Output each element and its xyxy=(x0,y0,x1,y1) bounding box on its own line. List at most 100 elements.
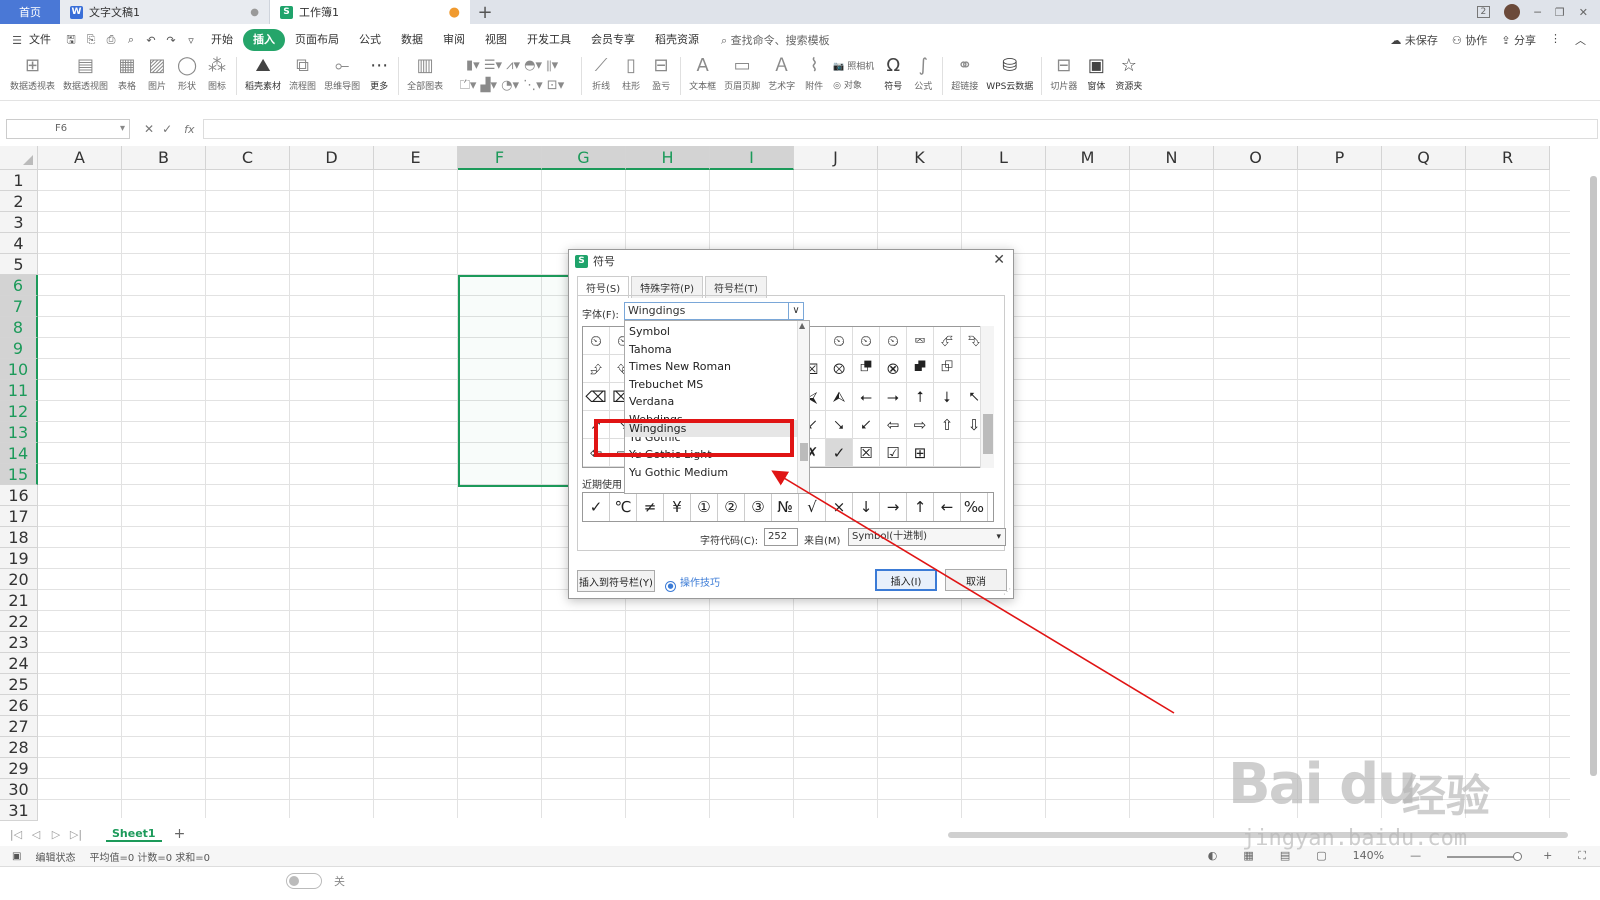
resize-grip-icon[interactable]: ⋰ xyxy=(1003,587,1011,596)
menu-page-layout[interactable]: 页面布局 xyxy=(285,29,349,51)
docer-material-button[interactable]: ⛰ 稻壳素材 xyxy=(241,55,285,92)
row-header-30[interactable]: 30 xyxy=(0,779,38,800)
row-header-9[interactable]: 9 xyxy=(0,338,38,359)
column-header-e[interactable]: E xyxy=(374,146,458,170)
more-button[interactable]: ⋯ 更多 xyxy=(364,55,394,92)
icon-button[interactable]: ⁂ 图标 xyxy=(202,55,232,92)
undo-icon[interactable]: ↶ xyxy=(144,34,158,47)
preview-icon[interactable]: ⌕ xyxy=(124,33,138,47)
restore-icon[interactable]: ❐ xyxy=(1555,6,1565,19)
row-header-11[interactable]: 11 xyxy=(0,380,38,401)
recent-symbol-cell[interactable]: ✓ xyxy=(583,493,610,521)
function-icon[interactable]: fx xyxy=(184,123,194,136)
symbol-cell[interactable]: ⮻ xyxy=(853,355,880,383)
symbol-cell[interactable]: ⮵ xyxy=(583,355,610,383)
symbol-cell[interactable]: ⌫ xyxy=(583,383,610,411)
symbol-cell[interactable]: ⇨ xyxy=(907,411,934,439)
vertical-scroll-thumb[interactable] xyxy=(1590,176,1597,776)
vertical-scrollbar[interactable] xyxy=(1570,146,1600,818)
column-header-r[interactable]: R xyxy=(1466,146,1550,170)
scroll-up-icon[interactable]: ▲ xyxy=(799,321,805,330)
recent-symbol-cell[interactable]: № xyxy=(772,493,799,521)
sparkline-column-button[interactable]: ▯ 柱形 xyxy=(616,55,646,92)
pivot-table-button[interactable]: ⊞ 数据透视表 xyxy=(6,55,59,92)
row-header-17[interactable]: 17 xyxy=(0,506,38,527)
menu-developer[interactable]: 开发工具 xyxy=(517,29,581,51)
row-header-23[interactable]: 23 xyxy=(0,632,38,653)
column-header-n[interactable]: N xyxy=(1130,146,1214,170)
symbol-cell[interactable]: ⮼ xyxy=(907,355,934,383)
column-header-p[interactable]: P xyxy=(1298,146,1382,170)
row-header-6[interactable]: 6 xyxy=(0,275,38,296)
row-header-7[interactable]: 7 xyxy=(0,296,38,317)
command-search[interactable]: ⌕ 查找命令、搜索模板 xyxy=(721,32,830,48)
char-code-input[interactable]: 252 xyxy=(764,528,798,546)
minimize-icon[interactable]: ─ xyxy=(1534,6,1541,19)
slicer-button[interactable]: ⊟ 切片器 xyxy=(1046,55,1081,92)
symbol-cell[interactable]: ⭢ xyxy=(880,383,907,411)
formula-input[interactable] xyxy=(202,119,1598,139)
menu-formulas[interactable]: 公式 xyxy=(349,29,391,51)
save-icon[interactable]: 🖫 xyxy=(64,31,78,50)
row-header-16[interactable]: 16 xyxy=(0,485,38,506)
tab-home[interactable]: 首页 xyxy=(0,0,60,24)
column-header-a[interactable]: A xyxy=(38,146,122,170)
name-box[interactable]: F6 xyxy=(6,119,130,139)
row-header-18[interactable]: 18 xyxy=(0,527,38,548)
row-header-1[interactable]: 1 xyxy=(0,170,38,191)
symbol-cell[interactable]: ⇦ xyxy=(880,411,907,439)
add-sheet-button[interactable]: + xyxy=(174,826,186,842)
menu-insert[interactable]: 插入 xyxy=(243,29,285,51)
symbol-cell[interactable]: ☒ xyxy=(853,439,880,467)
row-header-27[interactable]: 27 xyxy=(0,716,38,737)
row-header-29[interactable]: 29 xyxy=(0,758,38,779)
hyperlink-button[interactable]: ⚭ 超链接 xyxy=(947,55,982,92)
symbol-cell[interactable]: ⇧ xyxy=(934,411,961,439)
row-header-19[interactable]: 19 xyxy=(0,548,38,569)
tab-document[interactable]: W 文字文稿1 ● xyxy=(60,0,270,24)
equation-button[interactable]: ∫ 公式 xyxy=(908,55,938,92)
row-header-28[interactable]: 28 xyxy=(0,737,38,758)
row-header-26[interactable]: 26 xyxy=(0,695,38,716)
hamburger-icon[interactable]: ☰ xyxy=(10,34,24,47)
column-header-o[interactable]: O xyxy=(1214,146,1298,170)
close-icon[interactable]: ✕ xyxy=(1579,6,1588,19)
menu-home[interactable]: 开始 xyxy=(201,29,243,51)
menu-data[interactable]: 数据 xyxy=(391,29,433,51)
cancel-formula-icon[interactable]: ✕ xyxy=(144,122,154,136)
textbox-button[interactable]: A 文本框 xyxy=(685,55,720,92)
column-header-f[interactable]: F xyxy=(458,146,542,170)
symbol-cell[interactable]: ⭩ xyxy=(853,411,880,439)
symbol-button[interactable]: Ω 符号 xyxy=(878,55,908,92)
resource-folder-button[interactable]: ☆ 资源夹 xyxy=(1111,55,1146,92)
symbol-cell[interactable]: ⮶ xyxy=(934,327,961,355)
font-list-scroll-thumb[interactable] xyxy=(800,443,808,461)
tips-link[interactable]: ● 操作技巧 xyxy=(665,574,720,592)
fullscreen-icon[interactable]: ⛶ xyxy=(1578,849,1586,863)
more-icon[interactable]: ⋮ xyxy=(1550,32,1561,48)
prev-sheet-icon[interactable]: ◁ xyxy=(26,828,46,841)
dialog-title-bar[interactable]: S 符号 ✕ xyxy=(569,250,1013,272)
symbol-grid-scroll-thumb[interactable] xyxy=(983,414,993,454)
symbol-cell[interactable]: ⏲ xyxy=(826,327,853,355)
symbol-cell[interactable]: ⊞ xyxy=(907,439,934,467)
column-header-k[interactable]: K xyxy=(878,146,962,170)
column-header-b[interactable]: B xyxy=(122,146,206,170)
column-header-m[interactable]: M xyxy=(1046,146,1130,170)
tab-workbook[interactable]: S 工作簿1 ● xyxy=(270,0,470,24)
export-icon[interactable]: ⎘ xyxy=(84,33,98,47)
object-button[interactable]: ◎ 对象 xyxy=(833,78,862,91)
macro-record-icon[interactable]: ▣ xyxy=(12,851,21,862)
recent-symbol-cell[interactable]: ← xyxy=(934,493,961,521)
cancel-button[interactable]: 取消 xyxy=(945,569,1007,591)
recent-symbol-cell[interactable]: → xyxy=(880,493,907,521)
symbol-grid-scrollbar[interactable] xyxy=(980,326,994,468)
column-header-i[interactable]: I xyxy=(710,146,794,170)
attachment-button[interactable]: ⌇ 附件 xyxy=(799,55,829,92)
avatar[interactable] xyxy=(1504,4,1521,20)
recent-symbol-cell[interactable]: × xyxy=(826,493,853,521)
print-icon[interactable]: ⎙ xyxy=(104,33,118,47)
recent-symbols[interactable]: ✓ ℃ ≠ ¥ ① ② ③ № √ × ↓ → ↑ ← ‰ xyxy=(582,492,994,522)
mindmap-button[interactable]: ⟜ 思维导图 xyxy=(320,55,364,92)
collapse-ribbon-icon[interactable]: ︿ xyxy=(1575,32,1586,48)
